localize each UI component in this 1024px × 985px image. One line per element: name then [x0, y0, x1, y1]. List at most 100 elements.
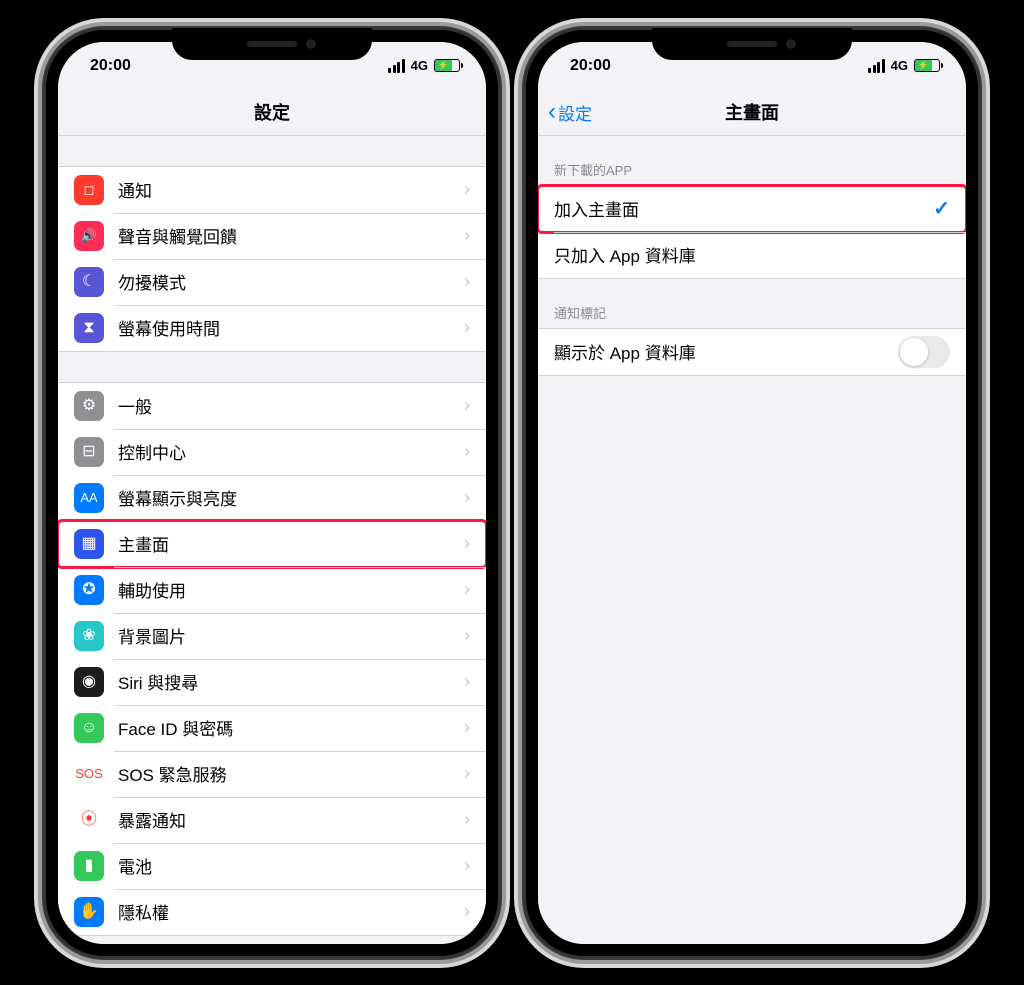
accessibility-icon: ✪: [74, 575, 104, 605]
settings-row-homescreen[interactable]: ▦ 主畫面›: [58, 521, 486, 567]
section-header-badges: 通知標記: [538, 279, 966, 328]
toggle-show-in-app-library[interactable]: [898, 336, 950, 368]
settings-row-general[interactable]: ⚙ 一般›: [58, 383, 486, 429]
screentime-icon: ⧗: [74, 313, 104, 343]
chevron-right-icon: ›: [464, 763, 470, 784]
status-time: 20:00: [570, 57, 611, 75]
row-label: 背景圖片: [118, 623, 464, 648]
notch: [652, 28, 852, 60]
badge-options: 顯示於 App 資料庫: [538, 328, 966, 376]
settings-group-2: ⚙一般›⊟控制中心›AA螢幕顯示與亮度›▦主畫面›✪輔助使用›❀背景圖片›◉Si…: [58, 382, 486, 936]
row-label: 聲音與觸覺回饋: [118, 223, 464, 248]
row-label: 螢幕使用時間: [118, 315, 464, 340]
settings-row-display[interactable]: AA 螢幕顯示與亮度›: [58, 475, 486, 521]
row-label: 暴露通知: [118, 807, 464, 832]
settings-scroll[interactable]: ◻︎通知›🔊聲音與觸覺回饋›☾勿擾模式›⧗螢幕使用時間› ⚙一般›⊟控制中心›A…: [58, 136, 486, 944]
network-label: 4G: [891, 58, 908, 73]
chevron-right-icon: ›: [464, 487, 470, 508]
battery-icon: ⚡: [434, 59, 460, 72]
settings-row-dnd[interactable]: ☾ 勿擾模式›: [58, 259, 486, 305]
cellular-signal-icon: [868, 59, 885, 73]
page-title: 設定: [254, 99, 290, 125]
charging-icon: ⚡: [438, 61, 449, 70]
status-right: 4G ⚡: [868, 58, 940, 73]
network-label: 4G: [411, 58, 428, 73]
settings-row-sos[interactable]: SOSSOS 緊急服務›: [58, 751, 486, 797]
nav-bar: 設定: [58, 90, 486, 136]
option-row-addlib[interactable]: 只加入 App 資料庫: [538, 232, 966, 278]
display-icon: AA: [74, 483, 104, 513]
settings-row-wallpaper[interactable]: ❀ 背景圖片›: [58, 613, 486, 659]
settings-row-accessibility[interactable]: ✪ 輔助使用›: [58, 567, 486, 613]
option-row-addhome[interactable]: 加入主畫面✓: [538, 186, 966, 232]
row-show-in-app-library[interactable]: 顯示於 App 資料庫: [538, 329, 966, 375]
chevron-right-icon: ›: [464, 533, 470, 554]
status-time: 20:00: [90, 57, 131, 75]
back-label: 設定: [558, 100, 592, 125]
settings-row-notifications[interactable]: ◻︎ 通知›: [58, 167, 486, 213]
dnd-icon: ☾: [74, 267, 104, 297]
exposure-icon: ⦿: [74, 805, 104, 835]
row-label: 一般: [118, 393, 464, 418]
phone-left: 20:00 4G ⚡ 設定 ◻︎通知›🔊聲音與觸覺回饋›☾勿擾模式›⧗螢幕使用時…: [44, 28, 500, 958]
screen-settings: 20:00 4G ⚡ 設定 ◻︎通知›🔊聲音與觸覺回饋›☾勿擾模式›⧗螢幕使用時…: [58, 42, 486, 944]
chevron-right-icon: ›: [464, 809, 470, 830]
homescreen-icon: ▦: [74, 529, 104, 559]
row-label: 加入主畫面: [554, 196, 933, 221]
chevron-right-icon: ›: [464, 317, 470, 338]
notch: [172, 28, 372, 60]
settings-row-siri[interactable]: ◉ Siri 與搜尋›: [58, 659, 486, 705]
row-label: 主畫面: [118, 531, 464, 556]
cellular-signal-icon: [388, 59, 405, 73]
homescreen-settings-scroll[interactable]: 新下載的APP 加入主畫面✓ 只加入 App 資料庫 通知標記 顯示於 App 資…: [538, 136, 966, 944]
row-label: 只加入 App 資料庫: [554, 242, 950, 267]
row-label: 控制中心: [118, 439, 464, 464]
chevron-right-icon: ›: [464, 225, 470, 246]
battery-icon: ⚡: [914, 59, 940, 72]
row-label: 電池: [118, 853, 464, 878]
battery-icon: ▮: [74, 851, 104, 881]
privacy-icon: ✋: [74, 897, 104, 927]
page-title: 主畫面: [725, 99, 779, 125]
notifications-icon: ◻︎: [74, 175, 104, 205]
chevron-right-icon: ›: [464, 395, 470, 416]
charging-icon: ⚡: [918, 61, 929, 70]
row-label: Siri 與搜尋: [118, 669, 464, 694]
section-header-new-apps: 新下載的APP: [538, 136, 966, 185]
settings-row-faceid[interactable]: ☺Face ID 與密碼›: [58, 705, 486, 751]
nav-bar: ‹ 設定 主畫面: [538, 90, 966, 136]
row-label: 螢幕顯示與亮度: [118, 485, 464, 510]
siri-icon: ◉: [74, 667, 104, 697]
chevron-right-icon: ›: [464, 179, 470, 200]
settings-row-control[interactable]: ⊟ 控制中心›: [58, 429, 486, 475]
faceid-icon: ☺: [74, 713, 104, 743]
chevron-right-icon: ›: [464, 625, 470, 646]
settings-row-exposure[interactable]: ⦿ 暴露通知›: [58, 797, 486, 843]
settings-row-sounds[interactable]: 🔊聲音與觸覺回饋›: [58, 213, 486, 259]
row-label: 勿擾模式: [118, 269, 464, 294]
row-label: 隱私權: [118, 899, 464, 924]
row-label: SOS 緊急服務: [118, 761, 464, 786]
chevron-right-icon: ›: [464, 579, 470, 600]
row-label: 顯示於 App 資料庫: [554, 339, 898, 364]
phone-right: 20:00 4G ⚡ ‹ 設定 主畫面 新下載的APP 加入主畫面✓ 只加入 Ap…: [524, 28, 980, 958]
chevron-right-icon: ›: [464, 441, 470, 462]
control-icon: ⊟: [74, 437, 104, 467]
general-icon: ⚙: [74, 391, 104, 421]
back-button[interactable]: ‹ 設定: [548, 100, 592, 125]
settings-group-1: ◻︎通知›🔊聲音與觸覺回饋›☾勿擾模式›⧗螢幕使用時間›: [58, 166, 486, 352]
status-right: 4G ⚡: [388, 58, 460, 73]
new-download-options: 加入主畫面✓ 只加入 App 資料庫: [538, 185, 966, 279]
settings-row-privacy[interactable]: ✋ 隱私權›: [58, 889, 486, 935]
row-label: 通知: [118, 177, 464, 202]
settings-row-screentime[interactable]: ⧗ 螢幕使用時間›: [58, 305, 486, 351]
settings-row-battery[interactable]: ▮電池›: [58, 843, 486, 889]
row-label: Face ID 與密碼: [118, 715, 464, 740]
screen-homescreen-settings: 20:00 4G ⚡ ‹ 設定 主畫面 新下載的APP 加入主畫面✓ 只加入 Ap…: [538, 42, 966, 944]
row-label: 輔助使用: [118, 577, 464, 602]
wallpaper-icon: ❀: [74, 621, 104, 651]
chevron-right-icon: ›: [464, 901, 470, 922]
chevron-right-icon: ›: [464, 671, 470, 692]
checkmark-icon: ✓: [933, 196, 950, 221]
chevron-right-icon: ›: [464, 271, 470, 292]
